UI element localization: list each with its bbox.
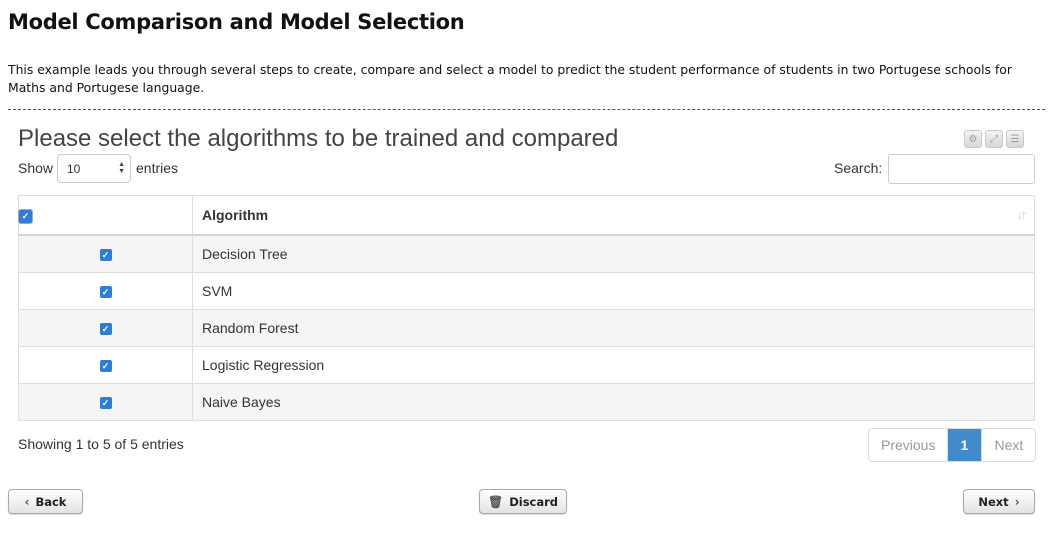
length-menu-suffix: entries [136,160,179,176]
row-checkbox[interactable]: ✓ [99,286,112,299]
dashed-divider [8,109,1045,110]
intro-text: This example leads you through several s… [8,62,1012,95]
table-row[interactable]: ✓ Decision Tree [18,234,1035,273]
row-checkbox[interactable]: ✓ [99,360,112,373]
select-arrows-icon: ▲ ▼ [118,161,125,175]
chevron-right-icon: › [1014,494,1020,509]
trash-icon: 🗑 [487,494,504,509]
algorithm-column-header[interactable]: Algorithm ↓↑ [192,195,1035,236]
discard-button[interactable]: 🗑 Discard [479,489,567,514]
table-header-row: ✓ Algorithm ↓↑ [18,195,1035,236]
list-icon[interactable]: ☰ [1006,130,1024,148]
panel-toolbar: ⚙ ⤢ ☰ [964,130,1024,148]
select-all-cell: ✓ [18,195,193,236]
algorithm-cell: SVM [192,272,1035,310]
chevron-left-icon: ‹ [24,494,30,509]
page-length-value: 10 [67,161,81,176]
previous-page-button[interactable]: Previous [869,429,948,461]
search-label: Search: [834,160,883,176]
algorithm-cell: Random Forest [192,309,1035,347]
table-info: Showing 1 to 5 of 5 entries [18,436,184,452]
select-all-checkbox[interactable]: ✓ [19,209,32,223]
next-button[interactable]: Next › [963,489,1035,514]
algorithm-header-label: Algorithm [202,207,269,223]
expand-icon[interactable]: ⤢ [985,130,1003,148]
next-page-button[interactable]: Next [981,429,1036,461]
discard-button-label: Discard [509,494,559,509]
pagination: Previous 1 Next [868,428,1037,462]
panel-title: Please select the algorithms to be train… [18,125,619,152]
table-row[interactable]: ✓ Naive Bayes [18,383,1035,421]
settings-icon[interactable]: ⚙ [964,130,982,148]
table-row[interactable]: ✓ Random Forest [18,309,1035,347]
algorithms-table: ✓ Algorithm ↓↑ ✓ Decision Tree ✓ SVM ✓ R… [18,195,1035,421]
algorithm-cell: Naive Bayes [192,383,1035,421]
page-title: Model Comparison and Model Selection [8,10,465,34]
algorithm-cell: Logistic Regression [192,346,1035,384]
table-row[interactable]: ✓ Logistic Regression [18,346,1035,384]
back-button[interactable]: ‹ Back [8,489,83,514]
search-input[interactable] [888,154,1035,184]
next-button-label: Next [978,494,1009,509]
sort-icon[interactable]: ↓↑ [1016,207,1027,222]
back-button-label: Back [35,494,67,509]
table-row[interactable]: ✓ SVM [18,272,1035,310]
algorithm-cell: Decision Tree [192,234,1035,273]
row-checkbox[interactable]: ✓ [99,397,112,410]
page-length-select[interactable]: 10 ▲ ▼ [57,154,131,183]
length-menu-label: Show [18,160,54,176]
page-1-button[interactable]: 1 [947,429,982,461]
row-checkbox[interactable]: ✓ [99,323,112,336]
row-checkbox[interactable]: ✓ [99,249,112,262]
